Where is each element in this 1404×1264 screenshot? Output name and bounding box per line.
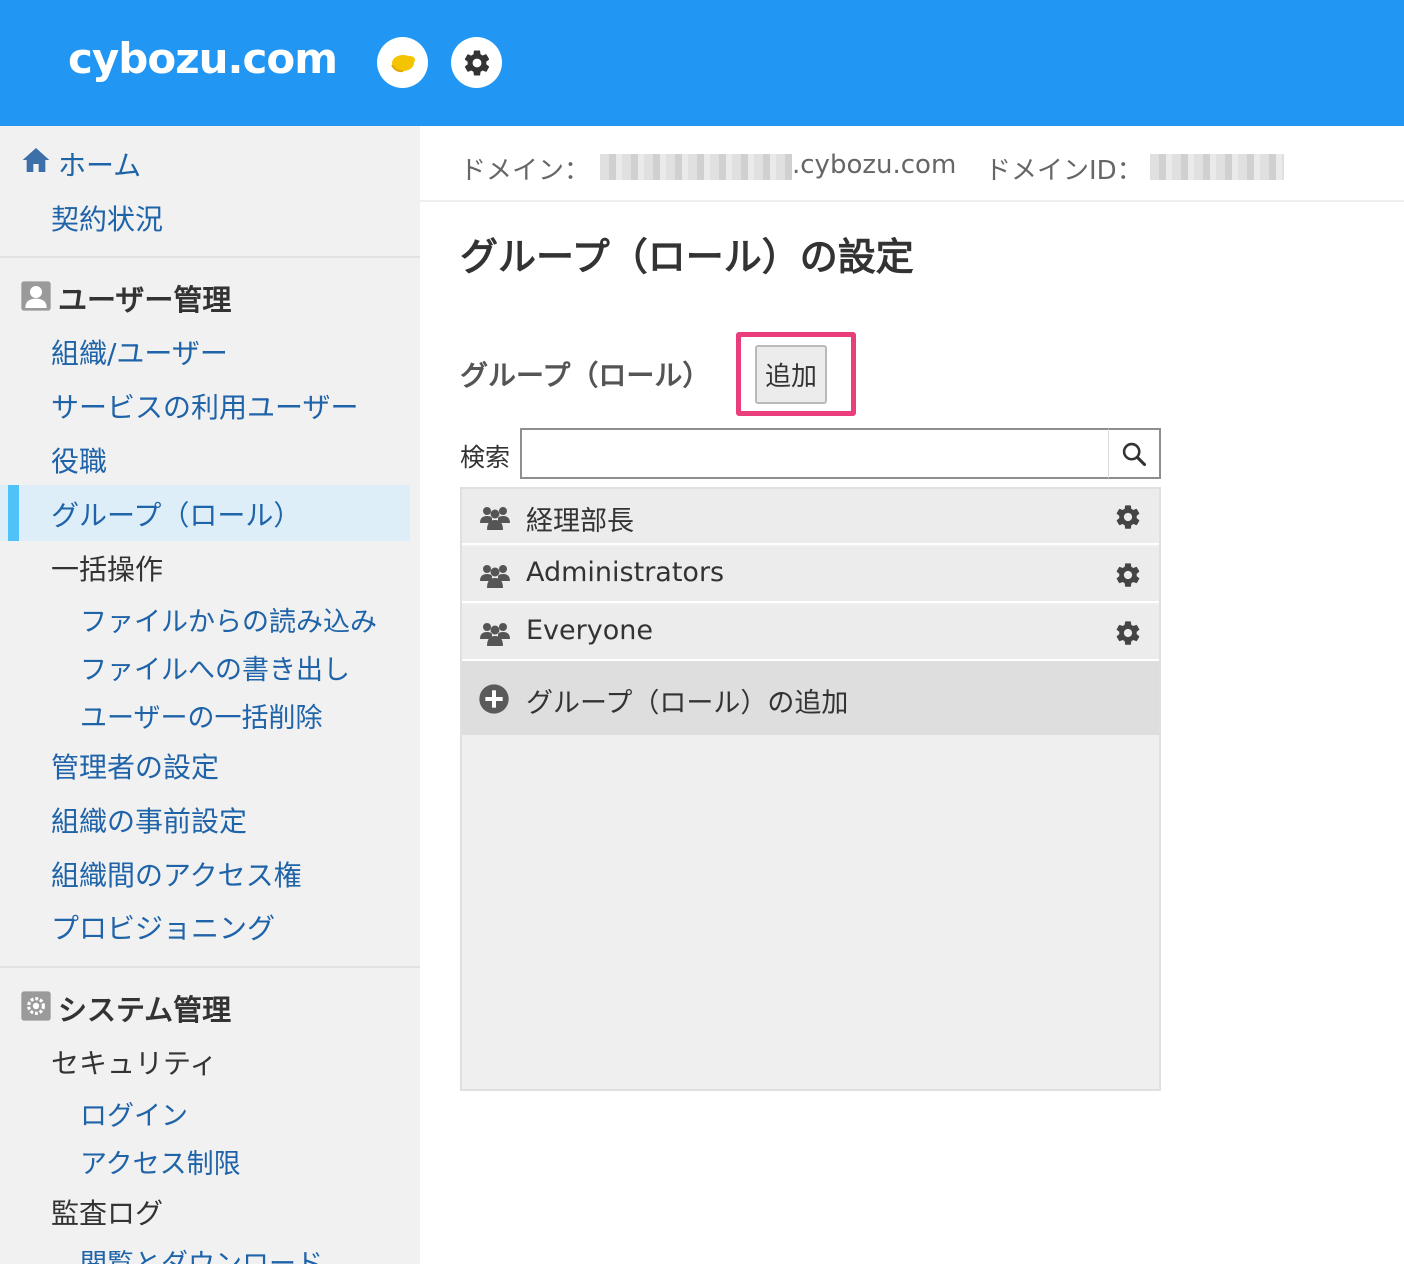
gear-icon[interactable] [1114, 619, 1142, 647]
sidebar-item-home[interactable]: ホーム [58, 144, 410, 184]
group-name[interactable]: Administrators [526, 557, 724, 588]
add-button[interactable]: 追加 [755, 345, 827, 404]
sidebar-item-export[interactable]: ファイルへの書き出し [0, 648, 410, 687]
sidebar: ホーム 契約状況 ユーザー管理 組織/ユーザー サービスの利用ユーザー 役職 グ… [0, 126, 420, 1264]
sidebar-item-view-download[interactable]: 閲覧とダウンロード [0, 1242, 410, 1264]
sidebar-item-security: セキュリティ [51, 1047, 218, 1080]
group-icon [480, 507, 510, 530]
group-list: 経理部長 Administrators Everyone グループ（ロール）の追… [460, 487, 1161, 1091]
sidebar-item-contract[interactable]: 契約状況 [0, 198, 410, 238]
sidebar-item-login[interactable]: ログイン [0, 1094, 410, 1133]
sidebar-item-groups[interactable]: グループ（ロール） [0, 485, 410, 541]
system-settings-icon [21, 991, 51, 1021]
sidebar-divider [0, 966, 420, 968]
add-group-label: グループ（ロール）の追加 [526, 688, 849, 719]
gear-icon[interactable] [1114, 561, 1142, 589]
sidebar-item-groups-label: グループ（ロール） [51, 499, 302, 532]
gear-icon[interactable] [1114, 503, 1142, 531]
top-header: cybozu.com [0, 0, 1404, 126]
redacted-domain [600, 154, 792, 180]
sidebar-item-org-access[interactable]: 組織間のアクセス権 [0, 854, 410, 894]
domain-label: ドメイン： [460, 156, 591, 186]
group-name[interactable]: 経理部長 [526, 499, 634, 538]
sidebar-item-bulk: 一括操作 [51, 553, 164, 586]
redacted-domain-id [1150, 154, 1284, 180]
user-icon [21, 281, 51, 311]
search-input[interactable] [520, 428, 1110, 479]
sidebar-item-org-presets[interactable]: 組織の事前設定 [0, 800, 410, 840]
search-icon [1122, 442, 1147, 466]
sidebar-item-service-users[interactable]: サービスの利用ユーザー [0, 386, 410, 426]
page-title: グループ（ロール）の設定 [460, 235, 914, 279]
sidebar-item-titles[interactable]: 役職 [0, 440, 410, 480]
search-button[interactable] [1108, 428, 1161, 479]
cybozu-logo[interactable]: cybozu.com [68, 34, 338, 83]
home-icon [22, 148, 50, 172]
sidebar-item-org-users[interactable]: 組織/ユーザー [0, 332, 410, 372]
sidebar-item-admins[interactable]: 管理者の設定 [0, 746, 410, 786]
group-label: グループ（ロール） [460, 359, 711, 392]
app-icon [390, 54, 415, 72]
group-icon [480, 623, 510, 646]
group-icon [480, 565, 510, 588]
sidebar-item-provisioning[interactable]: プロビジョニング [0, 907, 410, 947]
sidebar-item-audit-log: 監査ログ [51, 1197, 164, 1230]
search-label: 検索 [460, 443, 511, 472]
sidebar-item-access-restriction[interactable]: アクセス制限 [0, 1142, 410, 1181]
group-name[interactable]: Everyone [526, 615, 653, 646]
add-group-row[interactable]: グループ（ロール）の追加 [462, 661, 1159, 735]
sidebar-divider [0, 256, 420, 258]
domain-suffix: .cybozu.com [792, 150, 957, 180]
sidebar-item-bulk-delete[interactable]: ユーザーの一括削除 [0, 696, 410, 735]
sidebar-section-user-management: ユーザー管理 [58, 283, 232, 317]
plus-circle-icon [479, 684, 509, 714]
sidebar-section-system-management: システム管理 [58, 993, 232, 1027]
list-item[interactable]: 経理部長 [462, 489, 1159, 545]
domain-id-label: ドメインID： [985, 156, 1143, 186]
app-menu-button[interactable] [377, 37, 428, 88]
sidebar-item-import[interactable]: ファイルからの読み込み [0, 600, 410, 639]
domain-info-bar: ドメイン： .cybozu.com ドメインID： [420, 126, 1404, 202]
gear-icon [464, 50, 489, 76]
list-item[interactable]: Administrators [462, 547, 1159, 603]
header-settings-button[interactable] [451, 37, 502, 88]
list-item[interactable]: Everyone [462, 605, 1159, 661]
